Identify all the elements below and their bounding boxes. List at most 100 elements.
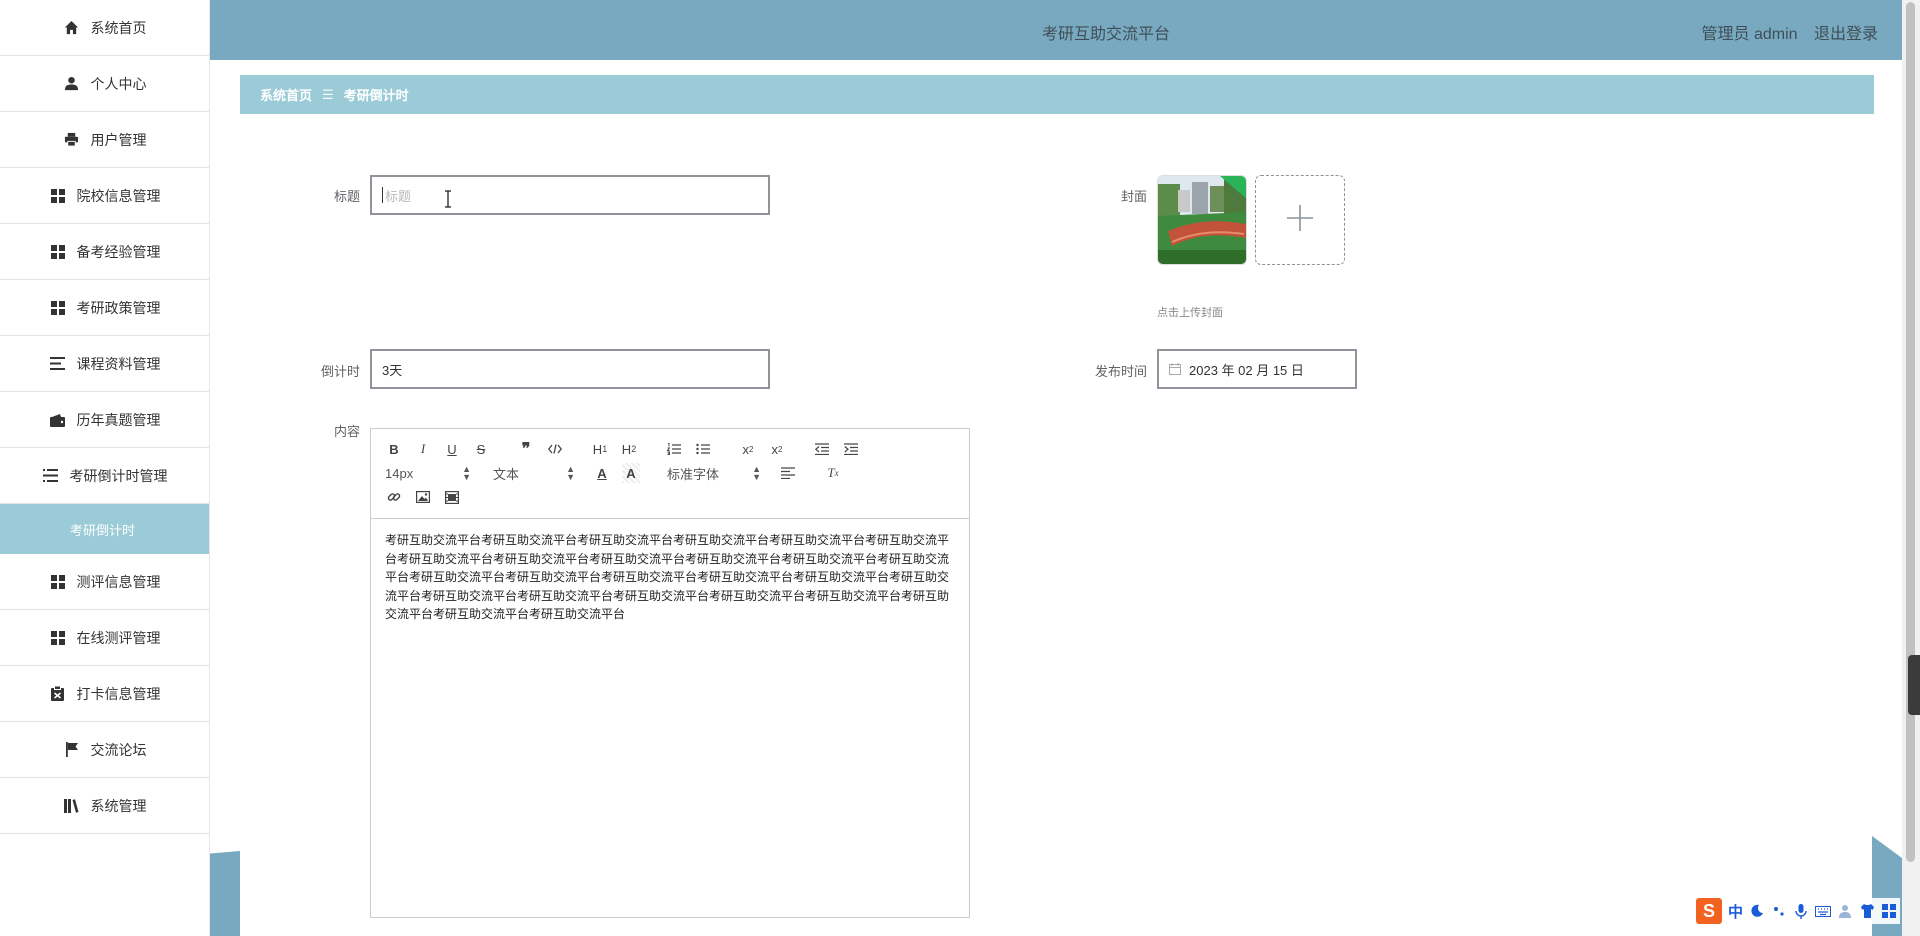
sidebar-item-assessment-info[interactable]: 测评信息管理	[0, 554, 209, 610]
scrollbar-thumb[interactable]	[1906, 2, 1915, 862]
heading2-icon[interactable]: H2	[620, 439, 638, 459]
editor-content[interactable]: 考研互助交流平台考研互助交流平台考研互助交流平台考研互助交流平台考研互助交流平台…	[371, 519, 969, 636]
decorative-corner	[210, 851, 240, 936]
clipboard-icon	[49, 685, 67, 703]
strikethrough-icon[interactable]: S	[472, 439, 490, 459]
floating-side-tab[interactable]	[1908, 655, 1920, 715]
title-placeholder: 标题	[385, 188, 412, 204]
ime-mode-indicator[interactable]: 中	[1728, 901, 1743, 922]
sidebar-item-online-assessment[interactable]: 在线测评管理	[0, 610, 209, 666]
align-left-icon[interactable]	[779, 463, 797, 483]
home-icon	[63, 19, 81, 37]
sidebar-item-courses[interactable]: 课程资料管理	[0, 336, 209, 392]
sidebar-item-users[interactable]: 用户管理	[0, 112, 209, 168]
video-icon[interactable]	[443, 487, 461, 507]
subscript-icon[interactable]: x2	[739, 439, 757, 459]
italic-icon[interactable]: I	[414, 439, 432, 459]
breadcrumb-home[interactable]: 系统首页	[260, 85, 312, 104]
sidebar-item-schools[interactable]: 院校信息管理	[0, 168, 209, 224]
publish-date-value: 2023 年 02 月 15 日	[1189, 362, 1304, 378]
blockquote-icon[interactable]: ❞	[517, 439, 535, 459]
sidebar-item-label: 测评信息管理	[76, 573, 161, 590]
font-size-value: 14px	[385, 465, 414, 481]
calendar-icon	[1169, 363, 1181, 375]
sidebar-subitem-countdown[interactable]: 考研倒计时	[0, 504, 209, 554]
heading1-icon[interactable]: H1	[591, 439, 609, 459]
sidebar-item-system[interactable]: 系统管理	[0, 778, 209, 834]
sidebar-item-label: 院校信息管理	[76, 187, 161, 204]
breadcrumb: 系统首页 ☰ 考研倒计时	[240, 75, 1874, 114]
keyboard-icon[interactable]	[1815, 903, 1832, 919]
countdown-input[interactable]: 3天	[370, 349, 770, 389]
title-label: 标题	[333, 189, 360, 204]
user-silhouette-icon[interactable]	[1837, 903, 1853, 919]
bold-icon[interactable]: B	[385, 439, 403, 459]
bullet-list-icon[interactable]	[694, 439, 712, 459]
microphone-icon[interactable]	[1793, 903, 1809, 919]
sidebar-item-label: 打卡信息管理	[76, 685, 161, 702]
ime-toolbar: S 中	[1693, 898, 1901, 924]
countdown-label: 倒计时	[320, 364, 360, 379]
background-color-icon[interactable]: A	[622, 463, 640, 483]
breadcrumb-separator: ☰	[322, 86, 334, 102]
font-color-icon[interactable]: A	[593, 463, 611, 483]
apps-grid-icon[interactable]	[1881, 903, 1897, 919]
upload-cover-button[interactable]	[1255, 175, 1345, 265]
moon-icon[interactable]	[1749, 903, 1765, 919]
sidebar-item-label: 个人中心	[90, 75, 147, 92]
sidebar-item-experience[interactable]: 备考经验管理	[0, 224, 209, 280]
sidebar-item-forum[interactable]: 交流论坛	[0, 722, 209, 778]
app-title: 考研互助交流平台	[1041, 26, 1170, 43]
printer-icon	[63, 131, 81, 149]
ibeam-cursor-icon	[444, 190, 452, 213]
text-style-value: 文本	[493, 466, 520, 482]
sidebar-item-label: 在线测评管理	[76, 629, 161, 646]
image-icon[interactable]	[414, 487, 432, 507]
ordered-list-icon[interactable]	[665, 439, 683, 459]
code-icon[interactable]	[546, 439, 564, 459]
sidebar-item-label: 交流论坛	[90, 741, 147, 758]
rich-text-editor: B I U S ❞ H1 H2 x2 x2 14px ▲ ▼ 文本 ▲ ▼ A …	[370, 428, 970, 918]
select-arrows-icon: ▲ ▼	[752, 464, 761, 482]
superscript-icon[interactable]: x2	[768, 439, 786, 459]
sidebar-item-exams[interactable]: 历年真题管理	[0, 392, 209, 448]
vertical-scrollbar[interactable]	[1902, 0, 1920, 936]
punctuation-icon[interactable]	[1771, 903, 1787, 919]
sidebar-item-checkin[interactable]: 打卡信息管理	[0, 666, 209, 722]
grid-icon	[49, 629, 67, 647]
user-area: 管理员 admin 退出登录	[1690, 20, 1879, 44]
sidebar-item-label: 考研倒计时管理	[69, 467, 168, 484]
title-input[interactable]: 标题	[370, 175, 770, 215]
breadcrumb-current: 考研倒计时	[343, 88, 409, 103]
grid-icon	[49, 573, 67, 591]
outdent-icon[interactable]	[813, 439, 831, 459]
sidebar-item-label: 课程资料管理	[76, 355, 161, 372]
sidebar-item-countdown-manage[interactable]: 考研倒计时管理	[0, 448, 209, 504]
font-family-select[interactable]: 标准字体 ▲ ▼	[667, 463, 761, 483]
publish-date-input[interactable]: 2023 年 02 月 15 日	[1157, 349, 1357, 389]
underline-icon[interactable]: U	[443, 439, 461, 459]
user-label: 管理员 admin	[1701, 26, 1798, 43]
shirt-icon[interactable]	[1859, 903, 1875, 919]
indent-icon[interactable]	[842, 439, 860, 459]
text-style-select[interactable]: 文本 ▲ ▼	[489, 463, 575, 483]
clear-format-icon[interactable]: Tx	[824, 463, 842, 483]
sidebar-item-policy[interactable]: 考研政策管理	[0, 280, 209, 336]
sidebar: 系统首页 个人中心 用户管理 院校信息管理 备考经验管理 考研政策管理 课程资料…	[0, 0, 210, 936]
sidebar-item-label: 用户管理	[90, 131, 147, 148]
cover-image[interactable]	[1157, 175, 1247, 265]
grid-icon	[49, 243, 67, 261]
list-icon	[49, 355, 67, 373]
logout-link[interactable]: 退出登录	[1814, 26, 1878, 43]
top-header: 考研互助交流平台 管理员 admin 退出登录	[210, 0, 1902, 60]
sogou-logo-icon[interactable]: S	[1696, 898, 1722, 924]
flag-icon	[63, 741, 81, 759]
sidebar-item-profile[interactable]: 个人中心	[0, 56, 209, 112]
sidebar-item-home[interactable]: 系统首页	[0, 0, 209, 56]
plus-icon	[1286, 204, 1314, 237]
link-icon[interactable]	[385, 487, 403, 507]
user-icon	[63, 75, 81, 93]
font-size-select[interactable]: 14px ▲ ▼	[385, 463, 471, 483]
wallet-icon	[49, 411, 67, 429]
library-icon	[63, 797, 81, 815]
